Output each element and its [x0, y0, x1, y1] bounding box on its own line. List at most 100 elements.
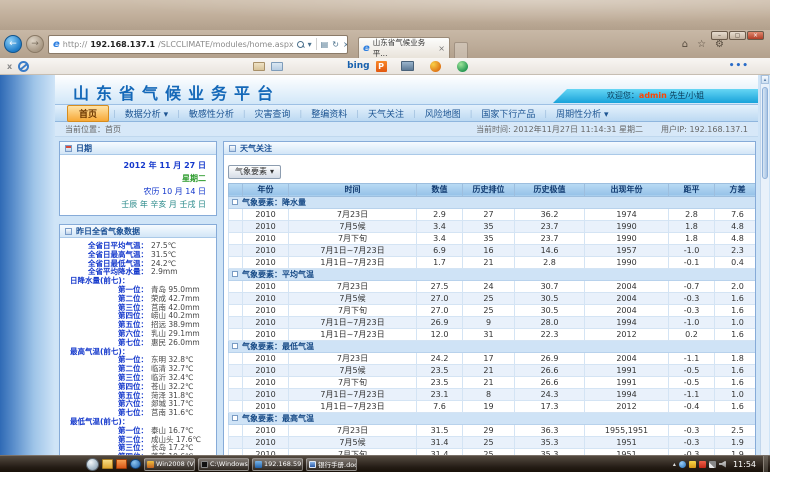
- table-cell: -1.1: [669, 388, 715, 400]
- welcome-banner: 欢迎您：admin 先生/小姐: [553, 89, 758, 103]
- nav-item-4[interactable]: 整编资料: [302, 107, 356, 120]
- date-panel-body: 2012 年 11 月 27 日 星期二 农历 10 月 14 日 壬辰 年 辛…: [60, 155, 216, 215]
- nav-item-8[interactable]: 周期性分析 ▾: [547, 107, 617, 120]
- start-button[interactable]: [86, 458, 99, 471]
- addon-close-label[interactable]: x: [7, 62, 12, 71]
- stop-icon[interactable]: ×: [343, 40, 348, 49]
- bing-logo[interactable]: bing: [347, 61, 369, 71]
- table-cell: 30.5: [515, 304, 585, 316]
- tab-close-icon[interactable]: ×: [438, 44, 445, 53]
- table-cell: 7月5候: [289, 436, 417, 448]
- p-addon-icon[interactable]: P: [376, 61, 387, 72]
- remote-desktop-icon: [255, 461, 262, 468]
- table-row: 20107月23日24.21726.92004-1.11.8: [229, 352, 757, 364]
- nav-item-5[interactable]: 天气关注: [359, 107, 413, 120]
- content-area: 日期 2012 年 11 月 27 日 星期二 农历 10 月 14 日 壬辰 …: [55, 137, 758, 469]
- tools-gear-icon[interactable]: ⚙: [715, 39, 724, 50]
- table-cell: 2004: [585, 304, 669, 316]
- screenshot-canvas: – ▢ × ← → e http://192.168.137.1/SLCCLIM…: [0, 0, 800, 500]
- new-tab-button[interactable]: [454, 42, 468, 58]
- table-cell: 30.5: [515, 292, 585, 304]
- nav-item-0[interactable]: 首页: [67, 105, 109, 122]
- search-caret-icon[interactable]: ▾: [308, 40, 312, 49]
- group-checkbox[interactable]: [232, 415, 238, 421]
- nav-item-3[interactable]: 灾害查询: [246, 107, 300, 120]
- table-cell: 2010: [243, 364, 289, 376]
- nav-item-6[interactable]: 风险地图: [416, 107, 470, 120]
- group-checkbox[interactable]: [232, 271, 238, 277]
- globe-addon-icon[interactable]: [457, 61, 468, 72]
- stat-value: 2.9mm: [151, 268, 178, 277]
- show-desktop-button[interactable]: [763, 456, 768, 473]
- tray-update-icon[interactable]: [689, 461, 696, 468]
- tray-action-center-icon[interactable]: [699, 461, 706, 468]
- report-icon: [65, 228, 72, 235]
- tab-favicon: e: [363, 43, 370, 54]
- maximize-button-icon[interactable]: ▢: [729, 31, 746, 40]
- compatibility-view-icon[interactable]: ▤: [321, 40, 329, 49]
- table-cell: 7月下旬: [289, 376, 417, 388]
- taskbar-window-button[interactable]: C:\Windows\s...: [198, 458, 249, 471]
- group-checkbox[interactable]: [232, 343, 238, 349]
- pinned-app-icon[interactable]: [116, 459, 127, 469]
- nav-item-1[interactable]: 数据分析 ▾: [116, 107, 177, 120]
- nav-item-7[interactable]: 国家下行产品: [472, 107, 544, 120]
- table-cell: 2010: [243, 424, 289, 436]
- window-caption-buttons: – ▢ ×: [711, 31, 764, 40]
- vertical-scrollbar[interactable]: ▴ ▾: [760, 75, 769, 472]
- table-cell: 17: [463, 352, 515, 364]
- group-title: 气象要素：降水量: [242, 198, 306, 207]
- back-button-icon[interactable]: ←: [4, 35, 22, 53]
- table-cell: 1.9: [715, 436, 757, 448]
- message-card-icon[interactable]: [271, 62, 283, 71]
- browser-tab[interactable]: e 山东省气候业务平... ×: [358, 37, 450, 58]
- media-player-icon[interactable]: [130, 459, 141, 469]
- explorer-folder-icon[interactable]: [102, 459, 113, 469]
- site-header: 山东省气候业务平台 欢迎您：admin 先生/小姐: [55, 75, 758, 105]
- tray-volume-icon[interactable]: [719, 461, 726, 468]
- scroll-up-icon[interactable]: ▴: [761, 75, 769, 84]
- taskbar-window-button[interactable]: Win2008 (VS2...: [144, 458, 195, 471]
- table-cell: 26.9: [417, 316, 463, 328]
- welcome-prefix: 欢迎您：: [607, 91, 639, 100]
- element-group-row: 气象要素：降水量: [229, 196, 757, 208]
- breadcrumb-bar: 当前位置：首页 当前时间: 2012年11月27日 11:14:31 星期二 用…: [55, 122, 758, 137]
- colorful-addon-icon[interactable]: [430, 61, 441, 72]
- taskbar-window-button[interactable]: 192.168.59.99...: [252, 458, 303, 471]
- taskbar-window-button[interactable]: 银行手册.docx ..: [306, 458, 357, 471]
- favorites-star-icon[interactable]: ☆: [697, 39, 706, 50]
- minimize-button-icon[interactable]: –: [711, 31, 728, 40]
- tray-help-icon[interactable]: [679, 461, 686, 468]
- taskbar-clock[interactable]: 11:54: [729, 460, 760, 469]
- tray-up-arrow-icon[interactable]: ▴: [673, 461, 676, 468]
- nav-item-2[interactable]: 敏感性分析: [180, 107, 243, 120]
- group-checkbox[interactable]: [232, 199, 238, 205]
- table-cell: 1990: [585, 256, 669, 268]
- block-popup-icon[interactable]: [18, 61, 29, 72]
- home-icon[interactable]: ⌂: [682, 39, 688, 50]
- search-icon[interactable]: [297, 41, 304, 48]
- table-cell: 23.7: [515, 220, 585, 232]
- element-filter-button[interactable]: 气象要素 ▾: [228, 165, 281, 179]
- taskbar: Win2008 (VS2...C:\Windows\s...192.168.59…: [0, 455, 770, 472]
- welcome-suffix: 先生/小姐: [667, 91, 704, 100]
- close-button-icon[interactable]: ×: [747, 31, 764, 40]
- refresh-icon[interactable]: ↻: [332, 40, 339, 49]
- table-cell: 7月1日~7月23日: [289, 244, 417, 256]
- table-row: 20107月下旬3.43523.719901.84.8: [229, 232, 757, 244]
- screen: – ▢ × ← → e http://192.168.137.1/SLCCLIM…: [0, 0, 770, 472]
- more-addons-icon[interactable]: •••: [729, 61, 749, 71]
- tray-network-icon[interactable]: [709, 461, 716, 468]
- snapshot-addon-icon[interactable]: [401, 61, 414, 71]
- address-bar[interactable]: e http://192.168.137.1/SLCCLIMATE/module…: [48, 35, 348, 54]
- table-cell: 7月1日~7月23日: [289, 388, 417, 400]
- forward-button-icon[interactable]: →: [26, 35, 44, 53]
- mail-card-icon[interactable]: [253, 62, 265, 71]
- table-cell: 1957: [585, 244, 669, 256]
- row-lead-cell: [229, 316, 243, 328]
- table-cell: 2010: [243, 328, 289, 340]
- scrollbar-thumb[interactable]: [762, 87, 768, 179]
- table-cell: 3.4: [417, 220, 463, 232]
- table-cell: 1990: [585, 220, 669, 232]
- group-title: 气象要素：最低气温: [242, 342, 314, 351]
